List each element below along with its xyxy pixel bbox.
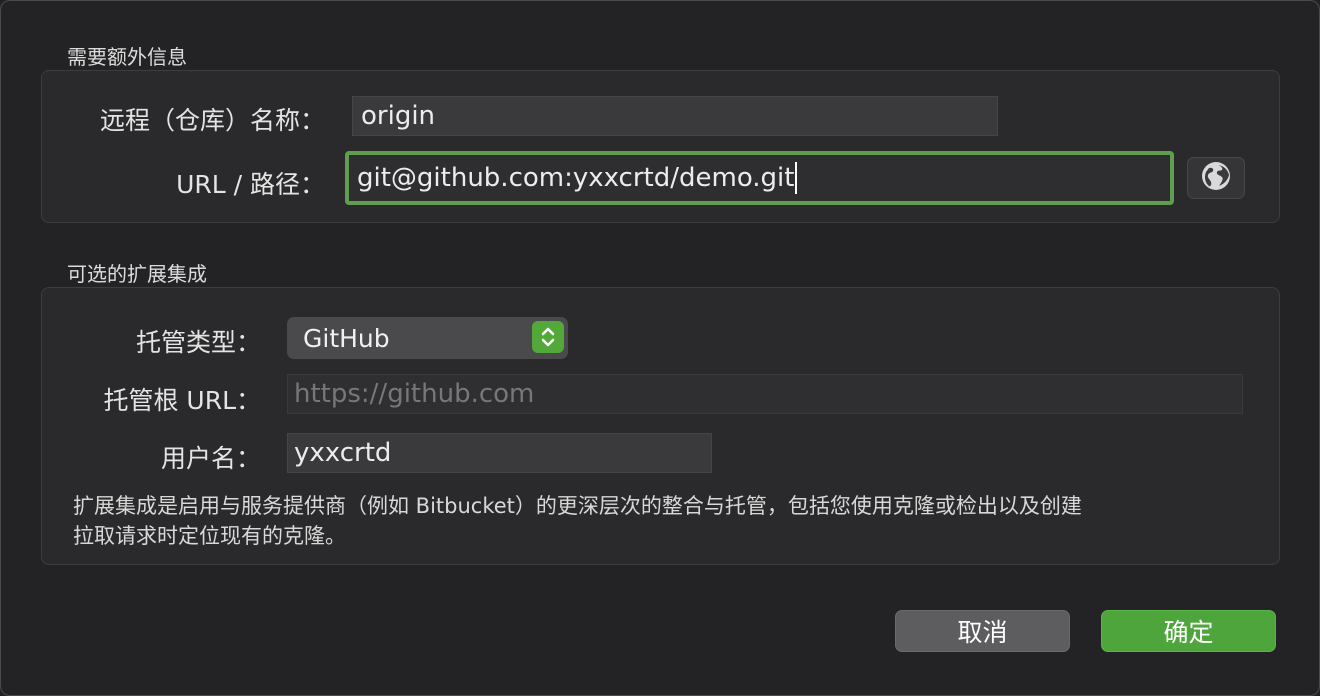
section-title-required: 需要额外信息 bbox=[67, 45, 187, 69]
hosting-type-select[interactable]: GitHub bbox=[287, 317, 568, 359]
integration-description: 扩展集成是启用与服务提供商（例如 Bitbucket）的更深层次的整合与托管，包… bbox=[73, 491, 1253, 551]
add-remote-dialog: 需要额外信息 远程（仓库）名称： origin URL / 路径： git@gi… bbox=[0, 0, 1320, 696]
remote-name-input[interactable]: origin bbox=[352, 96, 998, 136]
integration-description-line2: 拉取请求时定位现有的克隆。 bbox=[73, 524, 346, 548]
hosting-root-url-label: 托管根 URL： bbox=[103, 386, 261, 415]
remote-name-value: origin bbox=[361, 101, 436, 131]
url-path-value: git@github.com:yxxcrtd/demo.git bbox=[357, 163, 795, 193]
username-input[interactable]: yxxcrtd bbox=[287, 433, 712, 473]
url-path-label: URL / 路径： bbox=[176, 170, 325, 199]
hosting-root-url-input[interactable]: https://github.com bbox=[287, 374, 1243, 414]
hosting-root-url-placeholder: https://github.com bbox=[294, 379, 535, 409]
hosting-type-value: GitHub bbox=[303, 323, 390, 353]
cancel-button[interactable]: 取消 bbox=[895, 610, 1070, 652]
globe-icon bbox=[1199, 159, 1233, 197]
text-caret bbox=[795, 162, 798, 194]
section-title-optional: 可选的扩展集成 bbox=[67, 262, 207, 286]
chevron-up-down-icon bbox=[532, 321, 564, 353]
required-info-group: 远程（仓库）名称： origin URL / 路径： git@github.co… bbox=[41, 70, 1280, 223]
username-label: 用户名： bbox=[160, 444, 261, 473]
username-value: yxxcrtd bbox=[294, 438, 392, 468]
hosting-type-label: 托管类型： bbox=[135, 328, 261, 357]
integration-description-line1: 扩展集成是启用与服务提供商（例如 Bitbucket）的更深层次的整合与托管，包… bbox=[73, 494, 1082, 518]
remote-name-label: 远程（仓库）名称： bbox=[99, 106, 325, 135]
url-path-input[interactable]: git@github.com:yxxcrtd/demo.git bbox=[345, 151, 1174, 205]
browse-remote-button[interactable] bbox=[1187, 157, 1245, 199]
optional-integration-group: 托管类型： GitHub 托管根 URL： https://github.com… bbox=[41, 287, 1280, 565]
ok-button[interactable]: 确定 bbox=[1101, 610, 1276, 652]
